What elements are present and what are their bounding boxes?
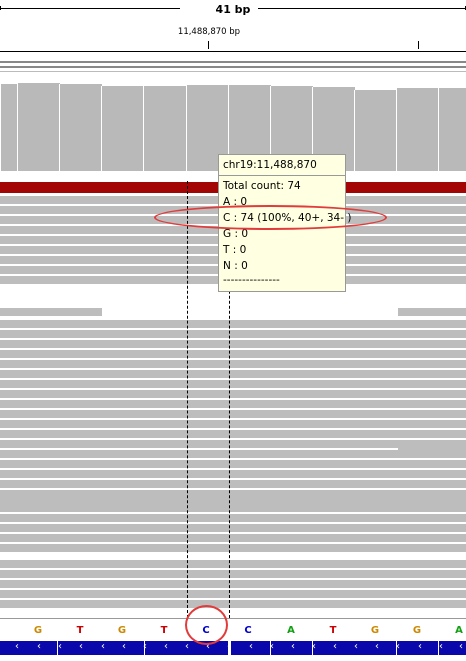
read-row[interactable] bbox=[0, 410, 466, 418]
track-divider bbox=[0, 71, 466, 72]
read-row[interactable] bbox=[0, 320, 466, 328]
tooltip-line-t: T : 0 bbox=[223, 244, 247, 256]
center-guide-left bbox=[187, 181, 188, 618]
track-divider bbox=[0, 66, 466, 68]
gene-segment-separator bbox=[438, 641, 439, 655]
coverage-bar bbox=[17, 83, 60, 171]
strand-chevron-icon: ‹ bbox=[291, 641, 295, 652]
ruler-major-tick bbox=[418, 41, 419, 49]
gene-track[interactable]: ‹‹‹‹‹‹‹‹‹‹‹‹‹‹‹‹‹‹‹‹‹‹ bbox=[0, 641, 466, 655]
read-row[interactable] bbox=[0, 480, 466, 488]
strand-chevron-icon: ‹ bbox=[15, 641, 19, 652]
highlight-ellipse bbox=[154, 205, 387, 230]
strand-chevron-icon: ‹ bbox=[439, 641, 443, 652]
read-row[interactable] bbox=[0, 440, 466, 448]
track-divider bbox=[0, 61, 466, 63]
tooltip-line-n: N : 0 bbox=[223, 260, 248, 272]
read-row[interactable] bbox=[0, 450, 466, 458]
strand-chevron-icon: ‹ bbox=[249, 641, 253, 652]
read-row[interactable] bbox=[0, 400, 466, 408]
coverage-bar bbox=[0, 84, 18, 171]
sequence-base-g: G bbox=[33, 625, 43, 636]
sequence-base-c: C bbox=[244, 625, 252, 636]
read-row[interactable] bbox=[0, 560, 466, 568]
tooltip-separator bbox=[219, 175, 345, 176]
read-row[interactable] bbox=[0, 570, 466, 578]
ruler-panel: 41 bp 11,488,870 bp bbox=[0, 0, 466, 60]
read-row[interactable] bbox=[0, 514, 466, 522]
ruler-coordinate-label: 11,488,870 bp bbox=[177, 27, 241, 37]
sequence-base-g: G bbox=[412, 625, 422, 636]
read-row[interactable] bbox=[0, 420, 466, 428]
tooltip-footer: --------------- bbox=[223, 274, 280, 286]
ruler-major-tick bbox=[208, 41, 209, 49]
gene-segment-separator bbox=[144, 641, 145, 655]
coverage-bar bbox=[438, 88, 466, 171]
read-row[interactable] bbox=[398, 308, 466, 316]
ruler-baseline bbox=[0, 51, 466, 52]
read-row[interactable] bbox=[0, 504, 466, 512]
read-row[interactable] bbox=[398, 447, 466, 455]
read-row[interactable] bbox=[0, 390, 466, 398]
strand-chevron-icon: ‹ bbox=[418, 641, 422, 652]
coverage-bar bbox=[101, 86, 144, 171]
read-row[interactable] bbox=[0, 494, 466, 502]
strand-chevron-icon: ‹ bbox=[185, 641, 189, 652]
sequence-base-t: T bbox=[76, 625, 84, 636]
read-row[interactable] bbox=[0, 430, 466, 438]
sequence-base-t: T bbox=[329, 625, 337, 636]
strand-chevron-icon: ‹ bbox=[101, 641, 105, 652]
strand-chevron-icon: ‹ bbox=[79, 641, 83, 652]
read-row[interactable] bbox=[0, 308, 102, 316]
read-row[interactable] bbox=[0, 370, 466, 378]
read-row[interactable] bbox=[0, 470, 466, 478]
sequence-base-g: G bbox=[117, 625, 127, 636]
strand-chevron-icon: ‹ bbox=[37, 641, 41, 652]
sequence-base-a: A bbox=[287, 625, 295, 636]
gene-segment-separator bbox=[312, 641, 313, 655]
strand-chevron-icon: ‹ bbox=[459, 641, 463, 652]
read-row[interactable] bbox=[0, 534, 466, 542]
coverage-bar bbox=[143, 86, 187, 171]
sequence-base-a: A bbox=[455, 625, 463, 636]
read-row[interactable] bbox=[0, 590, 466, 598]
reference-sequence-track: GTGTCCATGGA bbox=[0, 618, 466, 642]
strand-chevron-icon: ‹ bbox=[375, 641, 379, 652]
sequence-base-t: T bbox=[160, 625, 168, 636]
sequence-base-g: G bbox=[370, 625, 380, 636]
strand-chevron-icon: ‹ bbox=[333, 641, 337, 652]
tooltip-header: chr19:11,488,870 bbox=[223, 159, 317, 171]
read-row[interactable] bbox=[0, 340, 466, 348]
read-row[interactable] bbox=[0, 524, 466, 532]
read-row[interactable] bbox=[0, 544, 466, 552]
tooltip-line-total: Total count: 74 bbox=[223, 180, 301, 192]
read-row[interactable] bbox=[0, 600, 466, 608]
highlight-circle bbox=[185, 605, 228, 645]
read-row[interactable] bbox=[0, 330, 466, 338]
read-row[interactable] bbox=[0, 460, 466, 468]
strand-chevron-icon: ‹ bbox=[164, 641, 168, 652]
strand-chevron-icon: ‹ bbox=[58, 641, 62, 652]
read-row[interactable] bbox=[0, 380, 466, 388]
coverage-bar bbox=[59, 84, 102, 171]
read-row[interactable] bbox=[0, 580, 466, 588]
coverage-bar bbox=[354, 90, 397, 171]
ruler-span-label: 41 bp bbox=[215, 3, 251, 16]
track-divider bbox=[0, 618, 466, 619]
gene-segment-separator bbox=[396, 641, 397, 655]
read-row[interactable] bbox=[0, 360, 466, 368]
strand-chevron-icon: ‹ bbox=[122, 641, 126, 652]
gene-segment-separator bbox=[228, 641, 231, 655]
read-row[interactable] bbox=[0, 350, 466, 358]
coverage-bar bbox=[396, 88, 439, 171]
strand-chevron-icon: ‹ bbox=[354, 641, 358, 652]
gene-segment-separator bbox=[270, 641, 271, 655]
gene-segment-separator bbox=[57, 641, 58, 655]
